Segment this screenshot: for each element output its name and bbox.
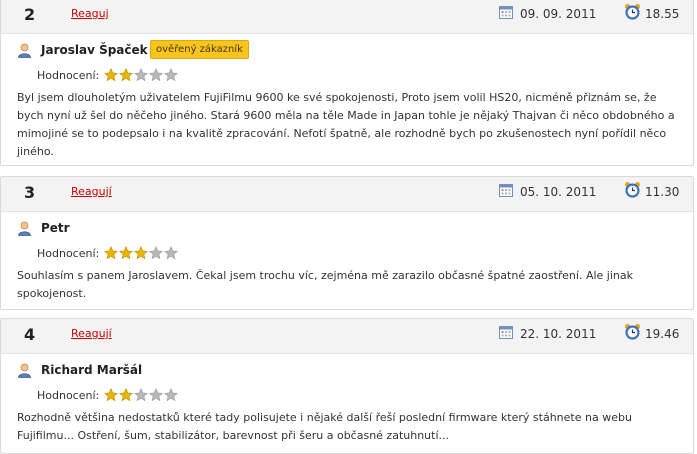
review-number: 4 xyxy=(24,325,36,344)
rating-label: Hodnocení: xyxy=(37,69,100,82)
rating-stars xyxy=(104,388,179,402)
review-date: 22. 10. 2011 xyxy=(520,327,597,341)
star-icon xyxy=(164,246,178,260)
review-card: 2 Reaguj 09. 09. 2011 18.55 Jaroslav Špa… xyxy=(0,0,694,166)
star-icon xyxy=(119,68,133,82)
review-time: 11.30 xyxy=(645,185,680,199)
review-header: 2 Reaguj 09. 09. 2011 18.55 xyxy=(1,0,693,34)
star-icon xyxy=(149,68,163,82)
alarm-clock-icon xyxy=(625,4,640,20)
star-icon xyxy=(104,388,118,402)
calendar-icon xyxy=(499,6,513,19)
rating-label: Hodnocení: xyxy=(37,247,100,260)
review-date: 09. 09. 2011 xyxy=(520,7,597,21)
star-icon xyxy=(134,246,148,260)
review-number: 3 xyxy=(24,183,36,202)
review-text: Souhlasím s panem Jaroslavem. Čekal jsem… xyxy=(17,269,633,300)
user-icon xyxy=(18,363,31,378)
star-icon xyxy=(104,246,118,260)
review-text: Byl jsem dlouholetým uživatelem FujiFilm… xyxy=(17,91,675,158)
user-icon xyxy=(18,221,31,236)
author-name: Jaroslav Špaček xyxy=(41,43,148,57)
verified-customer-badge: ověřený zákazník xyxy=(150,40,249,59)
review-number: 2 xyxy=(24,5,36,24)
review-date: 05. 10. 2011 xyxy=(520,185,597,199)
author-name: Richard Maršál xyxy=(41,363,143,377)
user-icon xyxy=(18,43,31,58)
rating-stars xyxy=(104,246,179,260)
star-icon xyxy=(104,68,118,82)
reply-link[interactable]: Reagují xyxy=(71,327,112,340)
review-card: 4 Reagují 22. 10. 2011 19.46 Richard Mar… xyxy=(0,318,694,454)
review-text: Rozhodně většina nedostatků které tady p… xyxy=(17,411,632,442)
star-icon xyxy=(149,246,163,260)
reply-link[interactable]: Reagují xyxy=(71,185,112,198)
star-icon xyxy=(119,246,133,260)
rating-stars xyxy=(104,68,179,82)
review-time: 19.46 xyxy=(645,327,680,341)
alarm-clock-icon xyxy=(625,324,640,340)
author-name: Petr xyxy=(41,221,70,235)
star-icon xyxy=(149,388,163,402)
star-icon xyxy=(164,68,178,82)
review-card: 3 Reagují 05. 10. 2011 11.30 Petr Hodnoc… xyxy=(0,176,694,310)
calendar-icon xyxy=(499,326,513,339)
calendar-icon xyxy=(499,184,513,197)
review-header: 4 Reagují 22. 10. 2011 19.46 xyxy=(1,319,693,354)
star-icon xyxy=(134,68,148,82)
star-icon xyxy=(119,388,133,402)
alarm-clock-icon xyxy=(625,182,640,198)
review-header: 3 Reagují 05. 10. 2011 11.30 xyxy=(1,177,693,212)
star-icon xyxy=(164,388,178,402)
star-icon xyxy=(134,388,148,402)
rating-label: Hodnocení: xyxy=(37,389,100,402)
reply-link[interactable]: Reaguj xyxy=(71,7,109,20)
review-time: 18.55 xyxy=(645,7,680,21)
